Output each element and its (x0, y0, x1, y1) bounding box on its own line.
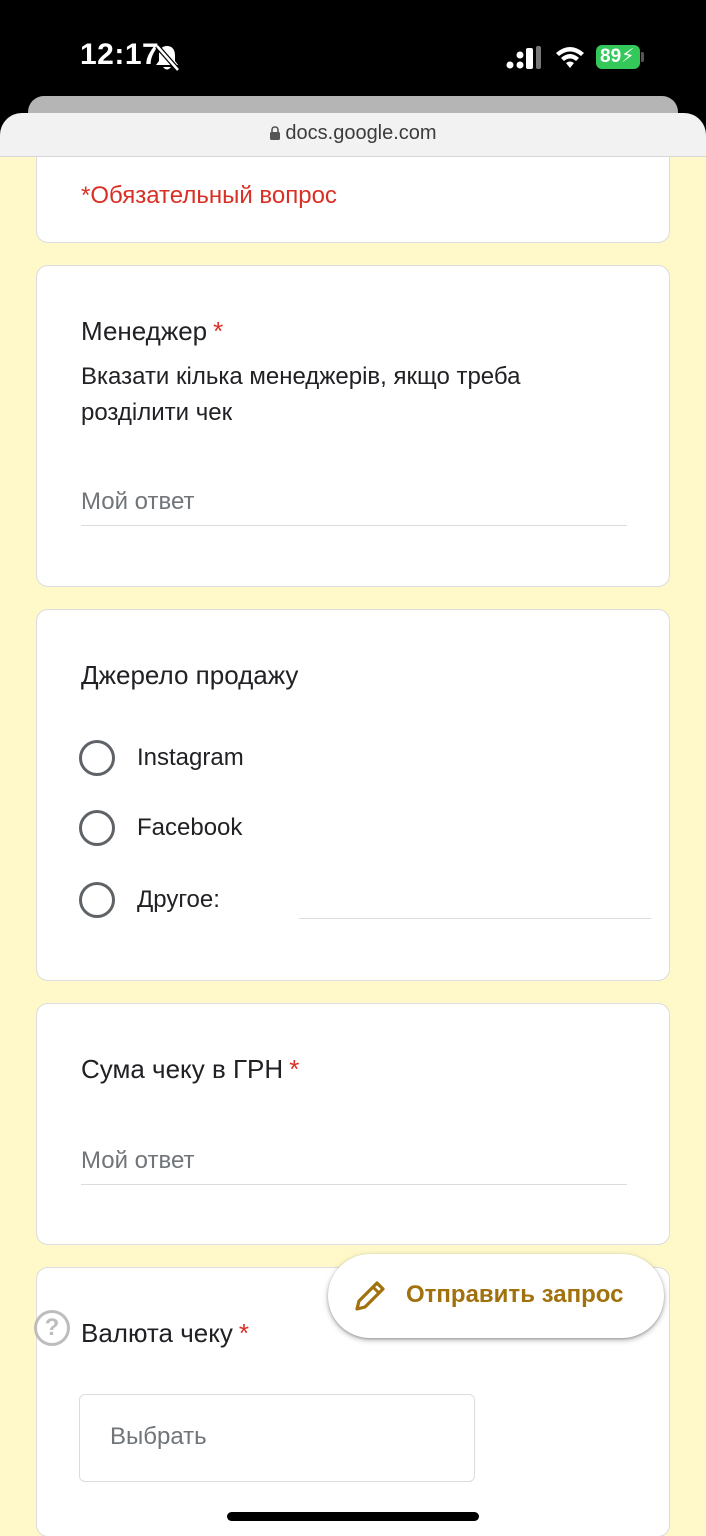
required-star: * (289, 1054, 300, 1084)
form-header-card: *Обязательный вопрос (36, 157, 670, 243)
required-star: * (213, 316, 224, 346)
help-button[interactable]: ? (34, 1310, 70, 1346)
submit-request-label: Отправить запрос (406, 1281, 624, 1308)
radio-option-facebook[interactable]: Facebook (79, 810, 639, 848)
other-text-input[interactable] (299, 918, 651, 919)
answer-input[interactable]: Мой ответ (81, 488, 627, 526)
question-description: Вказати кілька менеджерів, якщо треба ро… (81, 363, 521, 426)
url-text: docs.google.com (285, 122, 437, 144)
radio-label: Другое: (137, 886, 220, 913)
question-title: Джерело продажу (81, 660, 299, 690)
address-bar[interactable]: docs.google.com (0, 113, 706, 157)
question-title-text: Менеджер (81, 316, 208, 346)
question-card-manager: Менеджер * Вказати кілька менеджерів, якщ… (36, 265, 670, 587)
required-note: *Обязательный вопрос (81, 182, 337, 209)
select-placeholder: Выбрать (110, 1423, 207, 1450)
radio-label: Facebook (137, 814, 243, 841)
question-title: Сума чеку в ГРН * (81, 1054, 299, 1085)
question-title: Менеджер * (81, 316, 223, 347)
question-title-text: Валюта чеку (81, 1318, 233, 1348)
submit-request-button[interactable]: Отправить запрос (328, 1254, 664, 1338)
currency-select[interactable]: Выбрать (79, 1394, 475, 1482)
radio-button[interactable] (79, 740, 115, 776)
question-title-text: Сума чеку в ГРН (81, 1054, 284, 1084)
required-star: * (238, 1318, 249, 1348)
pencil-icon (355, 1281, 385, 1311)
radio-button[interactable] (79, 810, 115, 846)
cellular-signal-icon (506, 46, 541, 69)
question-title: Валюта чеку * (81, 1318, 249, 1349)
bell-slash-icon (155, 44, 180, 72)
radio-option-other[interactable]: Другое: (79, 882, 651, 920)
url-display[interactable]: docs.google.com (0, 122, 706, 145)
battery-level: 89 (600, 46, 622, 67)
question-card-source: Джерело продажу Instagram Facebook Друго… (36, 609, 670, 981)
answer-placeholder: Мой ответ (81, 488, 195, 515)
home-indicator[interactable] (227, 1512, 479, 1521)
radio-button[interactable] (79, 882, 115, 918)
battery-cap (641, 52, 644, 62)
radio-option-instagram[interactable]: Instagram (79, 740, 639, 778)
lock-icon (270, 126, 281, 140)
status-time: 12:17 (80, 38, 160, 71)
answer-placeholder: Мой ответ (81, 1147, 195, 1174)
question-card-amount: Сума чеку в ГРН * Мой ответ (36, 1003, 670, 1245)
wifi-icon (556, 47, 584, 68)
answer-input[interactable]: Мой ответ (81, 1147, 627, 1185)
radio-label: Instagram (137, 744, 244, 771)
battery-charging-icon: 89⚡ (596, 45, 640, 69)
form-page: *Обязательный вопрос Менеджер * Вказати к… (0, 157, 706, 1536)
